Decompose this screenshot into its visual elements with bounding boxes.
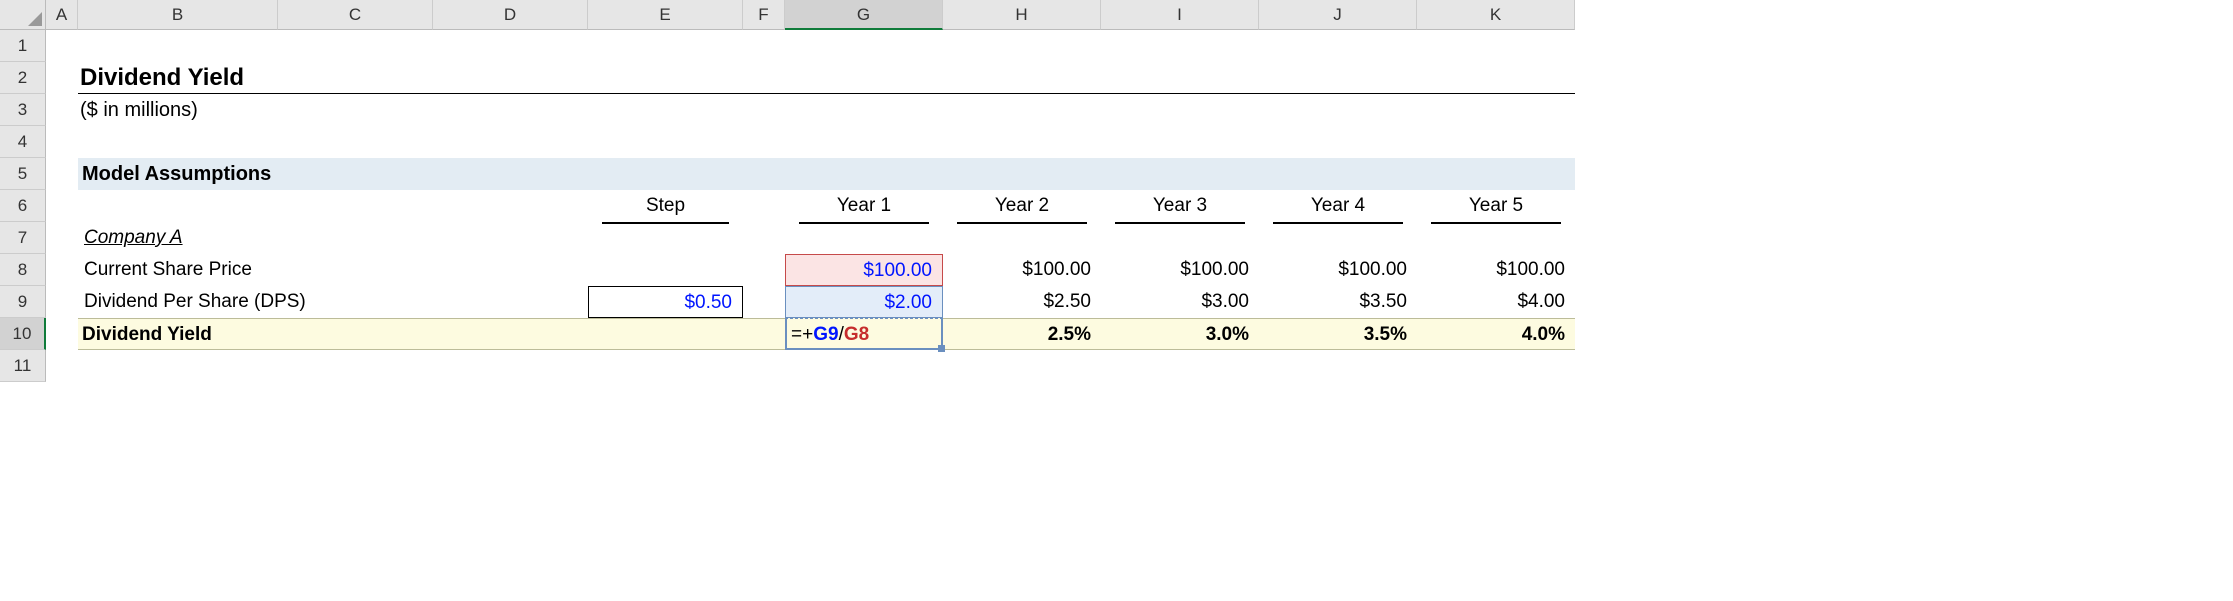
col-header-C[interactable]: C bbox=[278, 0, 433, 30]
row-header-5[interactable]: 5 bbox=[0, 158, 46, 190]
cell-H9[interactable]: $2.50 bbox=[943, 286, 1101, 318]
section-header[interactable]: Model Assumptions bbox=[78, 158, 1575, 190]
row-header-10[interactable]: 10 bbox=[0, 318, 46, 350]
row-header-8[interactable]: 8 bbox=[0, 254, 46, 286]
row-header-7[interactable]: 7 bbox=[0, 222, 46, 254]
year4-header[interactable]: Year 4 bbox=[1259, 190, 1417, 222]
cell-J9[interactable]: $3.50 bbox=[1259, 286, 1417, 318]
company-label[interactable]: Company A bbox=[78, 222, 743, 254]
col-header-F[interactable]: F bbox=[743, 0, 785, 30]
cell-I8[interactable]: $100.00 bbox=[1101, 254, 1259, 286]
row-header-2[interactable]: 2 bbox=[0, 62, 46, 94]
cell-I9[interactable]: $3.00 bbox=[1101, 286, 1259, 318]
cell-G8[interactable]: $100.00 bbox=[785, 254, 943, 286]
col-header-K[interactable]: K bbox=[1417, 0, 1575, 30]
col-header-A[interactable]: A bbox=[46, 0, 78, 30]
cell-H10[interactable]: 2.5% bbox=[943, 318, 1101, 350]
formula-prefix: =+ bbox=[791, 324, 813, 345]
cell-K10[interactable]: 4.0% bbox=[1417, 318, 1575, 350]
step-header[interactable]: Step bbox=[588, 190, 743, 222]
row-header-9[interactable]: 9 bbox=[0, 286, 46, 318]
col-header-J[interactable]: J bbox=[1259, 0, 1417, 30]
cell-K9[interactable]: $4.00 bbox=[1417, 286, 1575, 318]
row-header-6[interactable]: 6 bbox=[0, 190, 46, 222]
subtitle-cell[interactable]: ($ in millions) bbox=[78, 94, 1575, 126]
year1-header[interactable]: Year 1 bbox=[785, 190, 943, 222]
col-header-I[interactable]: I bbox=[1101, 0, 1259, 30]
year5-header[interactable]: Year 5 bbox=[1417, 190, 1575, 222]
row-header-1[interactable]: 1 bbox=[0, 30, 46, 62]
formula-ref-G9: G9 bbox=[813, 324, 838, 345]
col-header-B[interactable]: B bbox=[78, 0, 278, 30]
formula-ref-G8: G8 bbox=[844, 324, 869, 345]
cell-J10[interactable]: 3.5% bbox=[1259, 318, 1417, 350]
cell-G10-active-formula[interactable]: =+G9/G8 bbox=[785, 318, 943, 350]
row-header-11[interactable]: 11 bbox=[0, 350, 46, 382]
year2-header[interactable]: Year 2 bbox=[943, 190, 1101, 222]
cell-E9-step[interactable]: $0.50 bbox=[588, 286, 743, 318]
spreadsheet-grid[interactable]: A B C D E F G H I J K 1 2 Dividend Yield… bbox=[0, 0, 2233, 382]
cell-J8[interactable]: $100.00 bbox=[1259, 254, 1417, 286]
cell-I10[interactable]: 3.0% bbox=[1101, 318, 1259, 350]
cell-G9[interactable]: $2.00 bbox=[785, 286, 943, 318]
col-header-D[interactable]: D bbox=[433, 0, 588, 30]
share-price-label[interactable]: Current Share Price bbox=[78, 254, 743, 286]
dps-label[interactable]: Dividend Per Share (DPS) bbox=[78, 286, 588, 318]
col-header-G[interactable]: G bbox=[785, 0, 943, 30]
col-header-E[interactable]: E bbox=[588, 0, 743, 30]
yield-label[interactable]: Dividend Yield bbox=[78, 318, 785, 350]
row-header-3[interactable]: 3 bbox=[0, 94, 46, 126]
cell-H8[interactable]: $100.00 bbox=[943, 254, 1101, 286]
col-header-H[interactable]: H bbox=[943, 0, 1101, 30]
row-header-4[interactable]: 4 bbox=[0, 126, 46, 158]
cell-K8[interactable]: $100.00 bbox=[1417, 254, 1575, 286]
year3-header[interactable]: Year 3 bbox=[1101, 190, 1259, 222]
select-all-corner[interactable] bbox=[0, 0, 46, 30]
title-cell[interactable]: Dividend Yield bbox=[78, 62, 1575, 94]
